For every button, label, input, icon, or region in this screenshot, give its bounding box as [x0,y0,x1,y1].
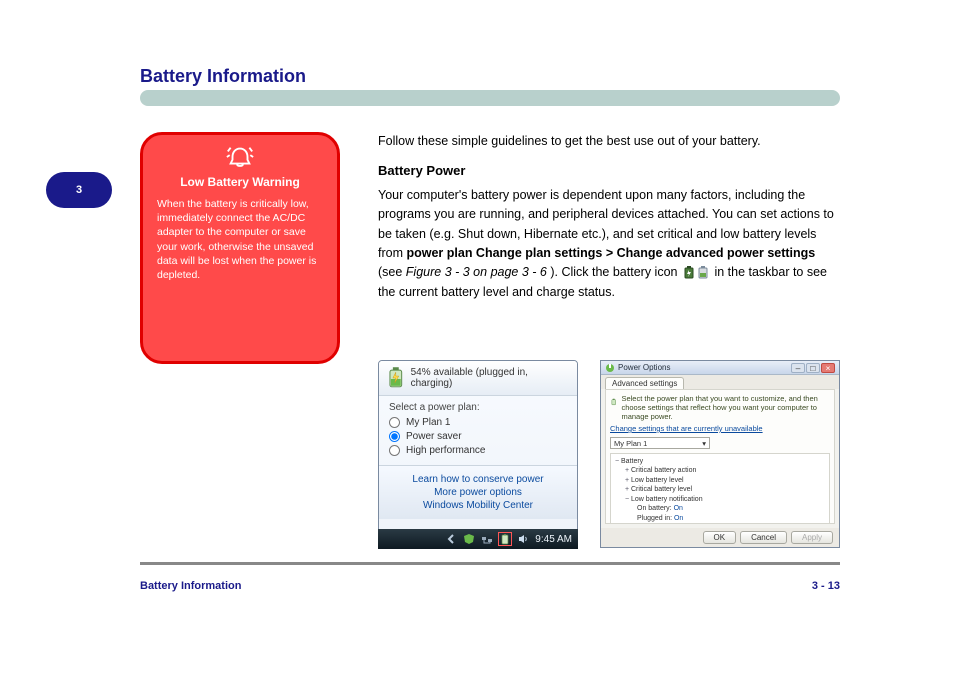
radio-highperf[interactable] [389,445,400,456]
select-plan-label: Select a power plan: [389,402,567,413]
plan-option-highperf[interactable]: High performance [389,445,567,456]
plan-label-0: My Plan 1 [406,417,450,428]
para-body-2b: ). Click the battery icon [550,265,681,279]
footer-left: Battery Information [140,580,241,592]
power-options-icon [605,363,615,373]
plan-label-2: High performance [406,445,485,456]
tree-3-child-1-k: Plugged in: [637,515,672,522]
chevron-down-icon: ▾ [702,439,706,448]
title-underline [140,90,840,106]
tree-root: Battery [621,458,643,465]
tree-item-3[interactable]: Low battery notification [631,496,703,503]
dialog-description: Select the power plan that you want to c… [621,394,830,421]
plan-combo[interactable]: My Plan 1 ▾ [610,437,710,449]
page-footer: Battery Information 3 - 13 [140,580,840,592]
alarm-bell-icon [225,145,255,169]
tray-volume-icon[interactable] [517,533,529,545]
footer-right: 3 - 13 [812,580,840,592]
close-button[interactable]: × [821,363,835,373]
radio-powersaver[interactable] [389,431,400,442]
link-more-power-options[interactable]: More power options [383,487,573,498]
battery-icon [697,266,709,280]
page-side-tab: 3 [46,172,112,208]
battery-status-text: 54% available (plugged in, charging) [411,367,569,389]
combo-value: My Plan 1 [614,439,647,448]
figure-ref: Figure 3 - 3 on page 3 - 6 [406,265,547,279]
dialog-title: Power Options [618,363,670,372]
battery-large-icon [387,367,405,389]
tree-item-2[interactable]: Critical battery level [631,486,692,493]
tree-item-1[interactable]: Low battery level [631,477,684,484]
warning-title: Low Battery Warning [157,175,323,189]
maximize-button[interactable]: □ [806,363,820,373]
separator [140,562,840,565]
apply-button[interactable]: Apply [791,531,833,544]
settings-tree[interactable]: −Battery +Critical battery action +Low b… [610,453,830,524]
main-text: Follow these simple guidelines to get th… [378,132,840,302]
battery-dialog-icon [610,394,617,410]
power-options-dialog: Power Options ‒ □ × Advanced settings Se… [600,360,840,548]
para-intro: Follow these simple guidelines to get th… [378,134,761,148]
ok-button[interactable]: OK [703,531,737,544]
tree-3-child-0-v[interactable]: On [674,505,683,512]
radio-myplan1[interactable] [389,417,400,428]
plug-battery-icon [683,266,695,280]
change-settings-link[interactable]: Change settings that are currently unava… [610,424,830,433]
tray-back-icon[interactable] [445,533,457,545]
section-title: Battery Information [140,66,306,87]
tray-shield-icon[interactable] [463,533,475,545]
plan-option-myplan1[interactable]: My Plan 1 [389,417,567,428]
plan-option-powersaver[interactable]: Power saver [389,431,567,442]
subheading-battery-power: Battery Power [378,163,465,178]
tree-3-child-1-v[interactable]: On [674,515,683,522]
bold-path: power plan Change plan settings > Change… [406,246,815,260]
warning-text: When the battery is critically low, imme… [157,197,323,282]
link-conserve-power[interactable]: Learn how to conserve power [383,474,573,485]
cancel-button[interactable]: Cancel [740,531,787,544]
para-body-2a: (see [378,265,406,279]
tab-advanced-settings[interactable]: Advanced settings [605,377,684,389]
battery-flyout: 54% available (plugged in, charging) Sel… [378,360,578,548]
plan-label-1: Power saver [406,431,462,442]
tree-3-child-0-k: On battery: [637,505,672,512]
warning-box: Low Battery Warning When the battery is … [140,132,340,364]
taskbar: 9:45 AM [378,529,578,549]
tray-network-icon[interactable] [481,533,493,545]
tree-item-0[interactable]: Critical battery action [631,467,696,474]
minimize-button[interactable]: ‒ [791,363,805,373]
tray-battery-icon[interactable] [499,533,511,545]
link-mobility-center[interactable]: Windows Mobility Center [383,500,573,511]
taskbar-clock[interactable]: 9:45 AM [535,534,572,545]
